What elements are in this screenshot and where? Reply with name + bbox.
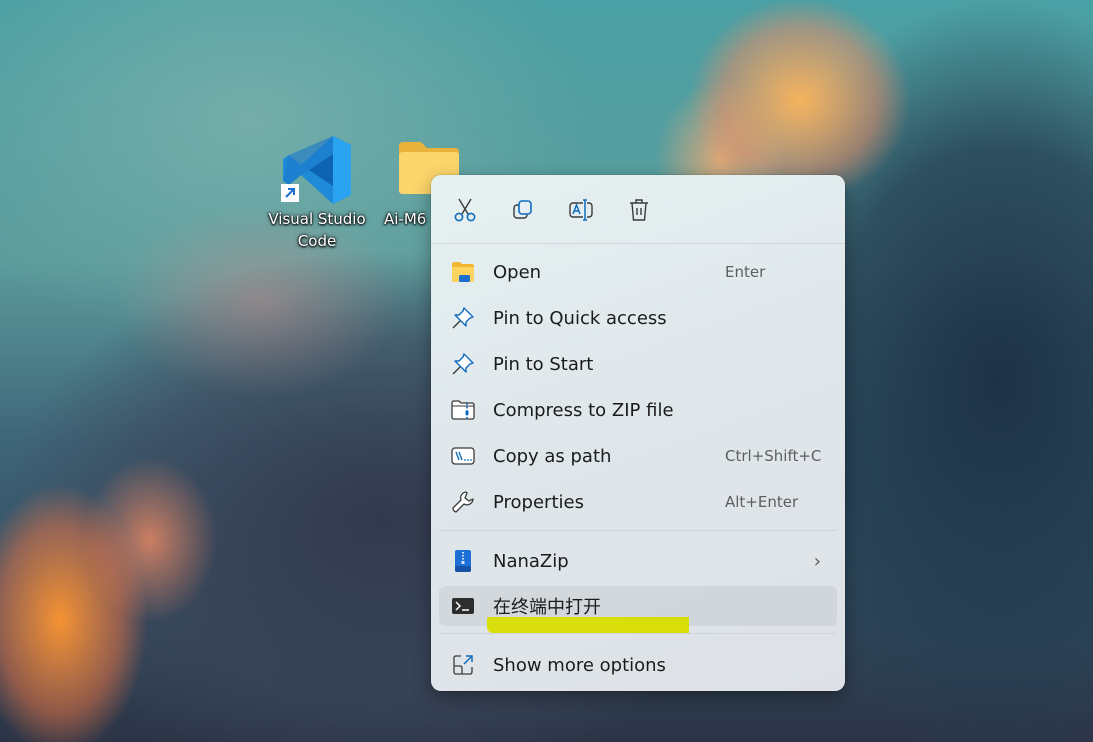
menu-item-label: Copy as path xyxy=(493,445,612,467)
menu-item-properties[interactable]: Properties Alt+Enter xyxy=(439,482,837,522)
desktop-icon-vscode[interactable]: Visual Studio Code xyxy=(267,132,367,252)
shortcut-arrow-icon xyxy=(281,184,299,202)
menu-item-label: Pin to Quick access xyxy=(493,307,667,329)
menu-item-compress-zip[interactable]: Compress to ZIP file xyxy=(439,390,837,430)
wrench-icon xyxy=(451,490,475,514)
menu-item-copy-as-path[interactable]: Copy as path Ctrl+Shift+C xyxy=(439,436,837,476)
nanazip-icon xyxy=(451,549,475,573)
context-menu-toolbar xyxy=(431,175,845,243)
menu-item-label: Properties xyxy=(493,491,584,513)
rename-icon xyxy=(569,199,593,221)
copy-icon xyxy=(513,200,532,219)
menu-item-open[interactable]: Open Enter xyxy=(439,252,837,292)
menu-item-label: Show more options xyxy=(493,654,666,676)
menu-item-show-more-options[interactable]: Show more options xyxy=(439,645,837,685)
zip-folder-icon xyxy=(451,398,475,422)
menu-item-shortcut: Alt+Enter xyxy=(725,493,799,511)
context-menu: Open Enter Pin to Quick access Pin to St… xyxy=(431,175,845,691)
pin-icon xyxy=(451,306,475,330)
expand-icon xyxy=(451,653,475,677)
scissors-icon xyxy=(454,198,476,222)
cut-button[interactable] xyxy=(448,193,482,227)
menu-item-pin-start[interactable]: Pin to Start xyxy=(439,344,837,384)
menu-item-shortcut: Ctrl+Shift+C xyxy=(725,447,822,465)
menu-item-label: Open xyxy=(493,261,542,283)
desktop-icon-label: Visual Studio xyxy=(268,210,366,228)
menu-item-shortcut: Enter xyxy=(725,263,766,281)
menu-item-label: 在终端中打开 xyxy=(493,597,601,618)
menu-item-pin-quick-access[interactable]: Pin to Quick access xyxy=(439,298,837,338)
delete-button[interactable] xyxy=(622,193,656,227)
trash-icon xyxy=(630,199,648,221)
menu-item-label: NanaZip xyxy=(493,550,569,572)
path-icon xyxy=(451,444,475,468)
chevron-right-icon: › xyxy=(813,550,821,572)
highlight-marker xyxy=(487,617,689,633)
terminal-icon xyxy=(451,594,475,618)
separator xyxy=(439,530,837,531)
rename-button[interactable] xyxy=(564,193,598,227)
desktop-icon-label-line2: Code xyxy=(297,232,337,250)
folder-open-icon xyxy=(451,260,475,284)
separator xyxy=(431,243,845,244)
menu-item-label: Pin to Start xyxy=(493,353,594,375)
separator xyxy=(439,633,837,634)
copy-button[interactable] xyxy=(506,193,540,227)
menu-item-label: Compress to ZIP file xyxy=(493,399,674,421)
pin-icon xyxy=(451,352,475,376)
menu-item-nanazip[interactable]: NanaZip › xyxy=(439,541,837,581)
